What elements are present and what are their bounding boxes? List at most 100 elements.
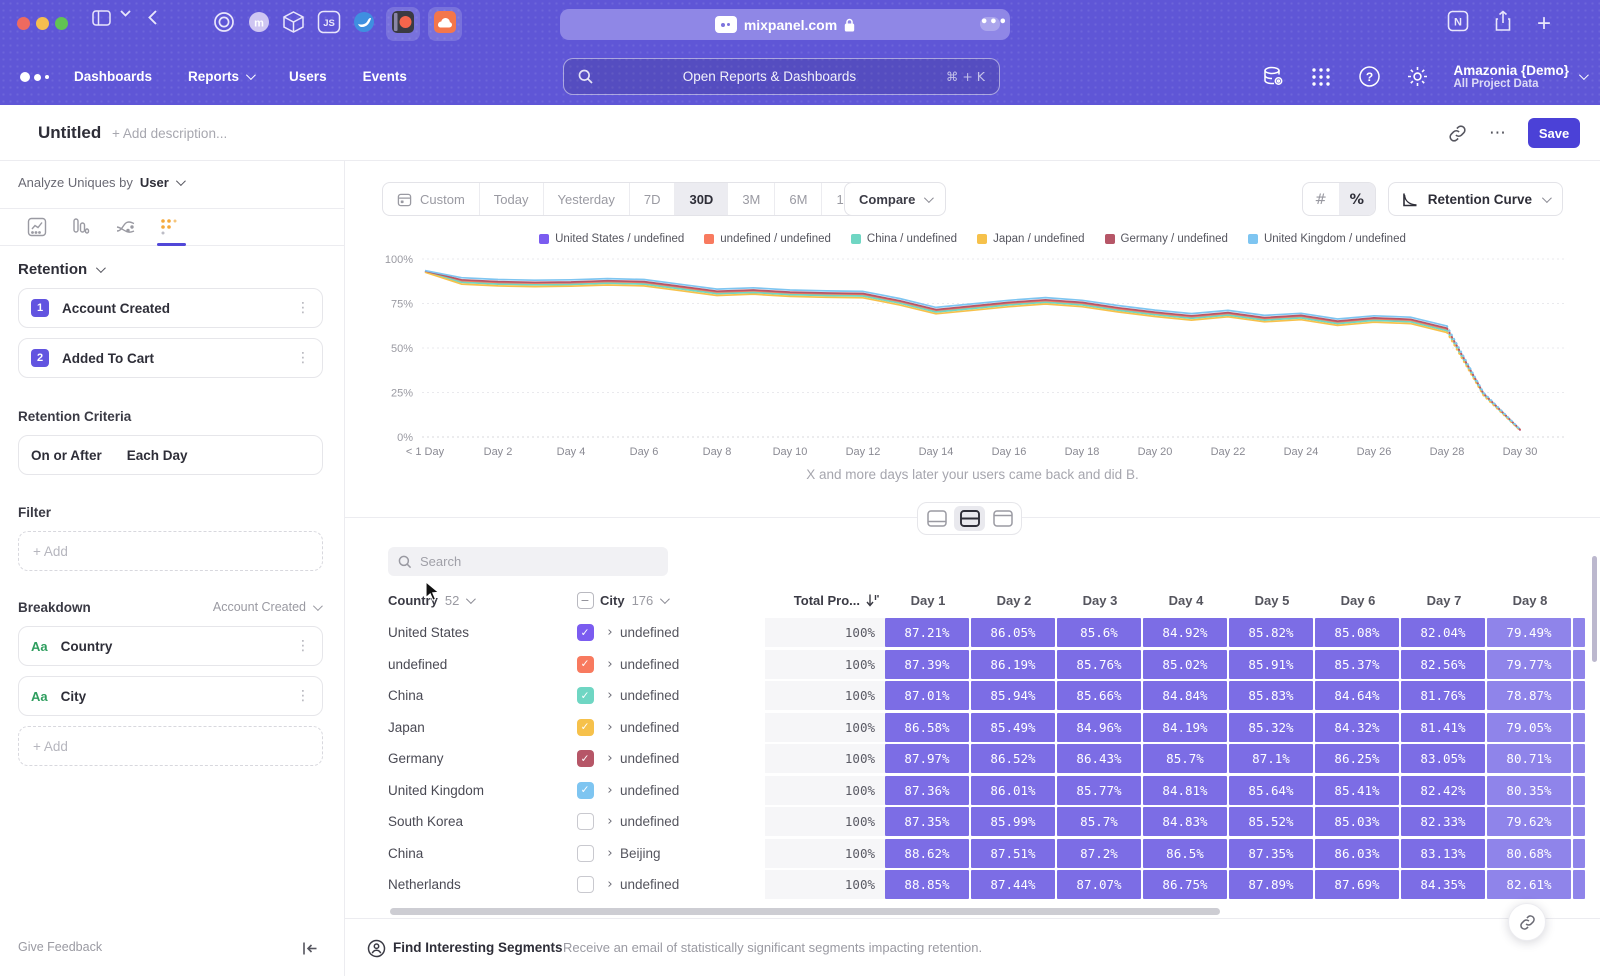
retention-cell[interactable]: 84.19% [1143, 713, 1227, 742]
retention-cell[interactable]: 86.03% [1315, 839, 1399, 868]
retention-cell[interactable]: 86.43% [1057, 744, 1141, 773]
expand-row-icon[interactable]: › [600, 846, 620, 861]
project-switcher[interactable]: Amazonia {Demo} All Project Data [1453, 63, 1586, 90]
mixpanel-logo[interactable] [20, 72, 49, 82]
range-3m[interactable]: 3M [727, 182, 774, 216]
find-segments-title[interactable]: Find Interesting Segments [393, 940, 563, 955]
retention-cell[interactable]: 85.91% [1229, 650, 1313, 679]
day-header[interactable]: Day 2 [971, 593, 1057, 608]
range-7d[interactable]: 7D [629, 182, 675, 216]
window-close-button[interactable] [17, 17, 30, 30]
back-icon[interactable] [148, 10, 157, 25]
table-search[interactable] [388, 547, 668, 576]
step-card-account-created[interactable]: 1 Account Created ⋮ [18, 288, 323, 328]
day-header[interactable]: Day 5 [1229, 593, 1315, 608]
tab-funnels[interactable] [70, 216, 92, 238]
select-all-checkbox[interactable]: − [577, 592, 594, 609]
step-card-added-to-cart[interactable]: 2 Added To Cart ⋮ [18, 338, 323, 378]
row-checkbox[interactable]: ✓ [577, 656, 594, 673]
retention-cell[interactable]: 80.71% [1487, 744, 1571, 773]
retention-cell[interactable]: 86.25% [1315, 744, 1399, 773]
retention-cell[interactable]: 88.85% [885, 870, 969, 899]
day-header[interactable]: Day 7 [1401, 593, 1487, 608]
retention-cell[interactable]: 79.05% [1487, 713, 1571, 742]
retention-cell[interactable]: 85.32% [1229, 713, 1313, 742]
retention-cell[interactable]: 84.96% [1057, 713, 1141, 742]
retention-cell[interactable]: 84.32% [1315, 713, 1399, 742]
retention-cell[interactable]: 85.52% [1229, 807, 1313, 836]
retention-cell[interactable]: 79.49% [1487, 618, 1571, 647]
range-custom[interactable]: Custom [383, 182, 479, 216]
retention-cell[interactable]: 85.82% [1229, 618, 1313, 647]
expand-row-icon[interactable]: › [600, 625, 620, 640]
day-header[interactable]: Day 1 [885, 593, 971, 608]
floating-share-link-button[interactable] [1508, 903, 1546, 941]
retention-cell[interactable]: 84.92% [1143, 618, 1227, 647]
retention-cell[interactable]: 85.66% [1057, 681, 1141, 710]
soundcloud-extension-icon[interactable] [433, 10, 457, 34]
retention-cell[interactable]: 82.42% [1401, 776, 1485, 805]
sidebar-toggle-icon[interactable] [92, 10, 111, 26]
nav-dashboards[interactable]: Dashboards [74, 69, 152, 84]
bird-extension-icon[interactable] [352, 10, 376, 34]
expand-row-icon[interactable]: › [600, 720, 620, 735]
retention-cell[interactable]: 84.64% [1315, 681, 1399, 710]
retention-cell[interactable]: 87.35% [1229, 839, 1313, 868]
retention-cell[interactable]: 85.76% [1057, 650, 1141, 679]
retention-cell[interactable]: 82.56% [1401, 650, 1485, 679]
collapse-sidebar-icon[interactable] [302, 941, 318, 956]
day-header[interactable]: Day 3 [1057, 593, 1143, 608]
share-icon[interactable] [1494, 10, 1512, 32]
legend-item[interactable]: China / undefined [851, 233, 957, 245]
filter-add-button[interactable]: + Add [18, 531, 323, 571]
analyze-value[interactable]: User [140, 175, 169, 190]
copy-link-icon[interactable] [1448, 124, 1467, 143]
retention-cell[interactable]: 84.83% [1143, 807, 1227, 836]
retention-cell[interactable]: 85.03% [1315, 807, 1399, 836]
nav-users[interactable]: Users [289, 69, 327, 84]
row-checkbox[interactable]: ✓ [577, 750, 594, 767]
tab-flows[interactable] [114, 216, 136, 238]
legend-item[interactable]: United States / undefined [539, 233, 684, 245]
breakdown-scope-selector[interactable]: Account Created [213, 600, 320, 614]
expand-row-icon[interactable]: › [600, 751, 620, 766]
retention-cell[interactable]: 87.39% [885, 650, 969, 679]
retention-cell[interactable]: 85.7% [1057, 807, 1141, 836]
retention-cell[interactable]: 87.97% [885, 744, 969, 773]
more-menu-icon[interactable]: ⋯ [1489, 123, 1506, 143]
range-30d[interactable]: 30D [674, 182, 727, 216]
criteria-card[interactable]: On or After Each Day [18, 435, 323, 475]
retention-cell[interactable]: 82.33% [1401, 807, 1485, 836]
compare-button[interactable]: Compare [844, 182, 946, 216]
retention-section-title[interactable]: Retention [18, 261, 103, 278]
retention-cell[interactable]: 85.7% [1143, 744, 1227, 773]
apps-grid-icon[interactable] [1309, 65, 1333, 89]
row-checkbox[interactable] [577, 845, 594, 862]
retention-cell[interactable]: 85.08% [1315, 618, 1399, 647]
retention-cell[interactable]: 87.36% [885, 776, 969, 805]
layout-table-only-icon[interactable] [987, 506, 1018, 531]
retention-cell[interactable]: 86.52% [971, 744, 1055, 773]
retention-cell[interactable]: 86.05% [971, 618, 1055, 647]
onepassword-extension-icon[interactable] [212, 10, 236, 34]
retention-cell[interactable]: 86.75% [1143, 870, 1227, 899]
retention-cell[interactable]: 85.6% [1057, 618, 1141, 647]
layout-chart-only-icon[interactable] [921, 506, 952, 531]
chart-type-selector[interactable]: Retention Curve [1388, 182, 1563, 216]
chevron-down-icon[interactable] [120, 10, 131, 17]
retention-cell[interactable]: 85.41% [1315, 776, 1399, 805]
retention-cell[interactable]: 81.41% [1401, 713, 1485, 742]
criteria-interval[interactable]: Each Day [127, 448, 188, 463]
url-more-icon[interactable]: ••• [980, 17, 1000, 31]
expand-row-icon[interactable]: › [600, 814, 620, 829]
retention-cell[interactable]: 85.64% [1229, 776, 1313, 805]
data-management-icon[interactable] [1261, 65, 1285, 89]
legend-item[interactable]: undefined / undefined [704, 233, 831, 245]
report-title[interactable]: Untitled [38, 123, 101, 143]
day-header[interactable]: Day 6 [1315, 593, 1401, 608]
retention-cell[interactable]: 85.02% [1143, 650, 1227, 679]
range-yesterday[interactable]: Yesterday [543, 182, 629, 216]
expand-row-icon[interactable]: › [600, 877, 620, 892]
percent-toggle[interactable]: % [1339, 183, 1375, 216]
retention-cell[interactable]: 79.62% [1487, 807, 1571, 836]
